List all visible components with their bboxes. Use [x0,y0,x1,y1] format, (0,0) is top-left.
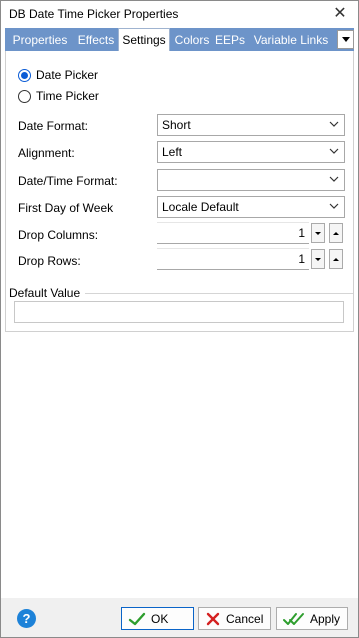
radio-button-unchecked[interactable] [18,89,31,103]
drop-rows-label: Drop Rows: [18,254,81,268]
drop-rows-input[interactable]: 1 [157,248,309,270]
drop-columns-label: Drop Columns: [18,228,99,242]
date-format-select[interactable]: Short [157,114,345,136]
apply-button[interactable]: Apply [276,607,348,630]
tab-colors[interactable]: Colors [172,30,212,51]
alignment-value: Left [162,145,183,159]
double-checkmark-icon [283,612,304,625]
window-title: DB Date Time Picker Properties [9,7,179,21]
datetime-format-label: Date/Time Format: [18,174,118,188]
drop-rows-increment-button[interactable] [329,249,343,269]
drop-rows-value: 1 [298,252,305,266]
radio-date-picker-label: Date Picker [36,68,99,82]
title-bar: DB Date Time Picker Properties ✕ [1,1,358,28]
chevron-down-icon [329,148,339,154]
radio-button-checked[interactable] [18,68,31,82]
cancel-x-icon [206,612,220,625]
radio-date-picker[interactable]: Date Picker [18,67,98,83]
dialog-footer: ? OK Cancel Apply [1,598,358,637]
drop-rows-decrement-button[interactable] [311,249,325,269]
properties-dialog: DB Date Time Picker Properties ✕ Propert… [0,0,359,638]
close-button[interactable]: ✕ [329,4,351,24]
tab-variable-links[interactable]: Variable Links [249,30,333,51]
chevron-down-icon [329,203,339,209]
tab-eeps[interactable]: EEPs [215,30,245,51]
drop-columns-input[interactable]: 1 [157,222,309,244]
first-day-select[interactable]: Locale Default [157,196,345,218]
radio-time-picker[interactable]: Time Picker [18,88,99,104]
first-day-value: Locale Default [162,200,239,214]
tab-bar: Properties Effects Settings Colors EEPs … [5,28,354,52]
date-format-label: Date Format: [18,119,89,133]
tab-overflow-dropdown[interactable] [337,30,354,49]
chevron-down-icon [329,121,339,127]
radio-time-picker-label: Time Picker [36,89,99,103]
chevron-down-icon [329,176,339,182]
apply-button-label: Apply [310,611,341,626]
cancel-button-label: Cancel [226,611,264,626]
drop-columns-decrement-button[interactable] [311,223,325,243]
alignment-select[interactable]: Left [157,141,345,163]
tab-effects[interactable]: Effects [75,30,117,51]
ok-button-label: OK [151,611,169,626]
default-value-label: Default Value [9,286,81,300]
alignment-label: Alignment: [18,146,75,160]
default-value-input[interactable] [14,301,344,323]
tab-properties[interactable]: Properties [9,30,71,51]
first-day-label: First Day of Week [18,201,114,215]
help-icon[interactable]: ? [17,609,36,628]
ok-button[interactable]: OK [121,607,194,630]
drop-columns-increment-button[interactable] [329,223,343,243]
tab-settings[interactable]: Settings [118,28,170,52]
group-divider [85,293,353,294]
date-format-value: Short [162,118,191,132]
drop-columns-spinner[interactable]: 1 [157,222,345,244]
checkmark-icon [128,612,146,625]
datetime-format-select[interactable] [157,169,345,191]
drop-columns-value: 1 [298,226,305,240]
drop-rows-spinner[interactable]: 1 [157,248,345,270]
cancel-button[interactable]: Cancel [198,607,271,630]
